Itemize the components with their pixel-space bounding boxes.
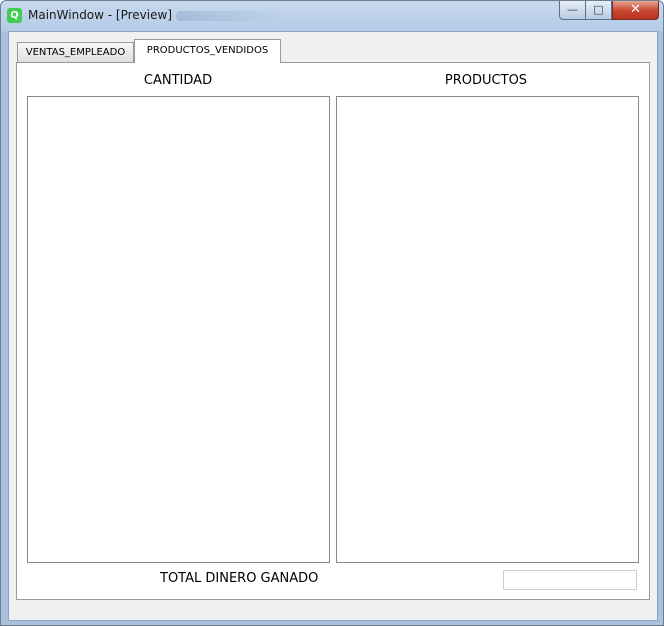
total-dinero-field[interactable] [503, 570, 637, 590]
minimize-button[interactable]: — [559, 1, 586, 20]
window-title: MainWindow - [Preview] [28, 8, 172, 22]
tab-productos-vendidos[interactable]: PRODUCTOS_VENDIDOS [134, 39, 281, 63]
tab-ventas-empleado[interactable]: VENTAS_EMPLEADO [17, 42, 134, 62]
window-client-area: VENTAS_EMPLEADO PRODUCTOS_VENDIDOS CANTI… [8, 31, 658, 621]
title-bar[interactable]: Q MainWindow - [Preview] — □ ✕ [1, 1, 663, 31]
title-bar-ghost-text [176, 11, 286, 21]
tab-panel-productos-vendidos: CANTIDAD PRODUCTOS TOTAL DINERO GANADO [16, 62, 650, 600]
productos-label: PRODUCTOS [444, 73, 528, 88]
close-button[interactable]: ✕ [612, 1, 659, 20]
total-dinero-label: TOTAL DINERO GANADO [160, 571, 319, 586]
maximize-button[interactable]: □ [586, 1, 612, 20]
productos-list[interactable] [336, 96, 639, 563]
cantidad-label: CANTIDAD [143, 73, 213, 88]
main-window: Q MainWindow - [Preview] — □ ✕ VENTAS_EM… [0, 0, 664, 626]
qt-app-icon[interactable]: Q [7, 8, 22, 23]
cantidad-list[interactable] [27, 96, 330, 563]
